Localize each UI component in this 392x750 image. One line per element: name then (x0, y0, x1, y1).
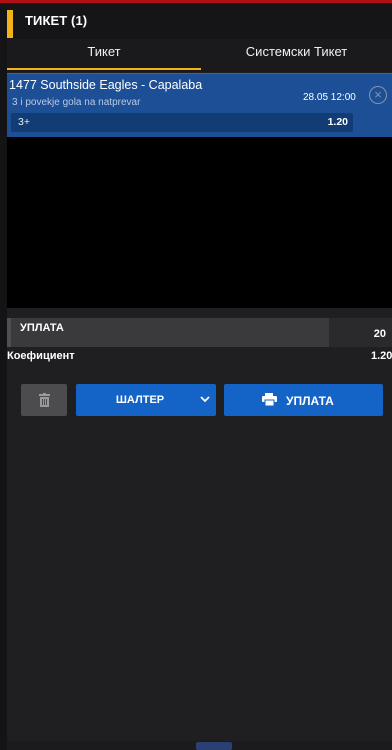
selection-odds: 1.20 (327, 116, 348, 128)
tab-system-ticket[interactable]: Системски Тикет (201, 39, 392, 72)
header-accent (7, 10, 13, 38)
ticket-header: ТИКЕТ (1) (7, 3, 392, 39)
stake-input[interactable]: 20 (329, 318, 392, 347)
selection-pick: 3+ (18, 116, 30, 128)
tab-ticket[interactable]: Тикет (7, 39, 201, 72)
pay-button[interactable]: УПЛАТА (224, 384, 383, 416)
coefficient-value: 1.20 (371, 350, 392, 362)
shalter-label: ШАЛТЕР (115, 394, 165, 406)
left-rail (0, 3, 7, 750)
bet-selection[interactable]: 1477 Southside Eagles - Capalaba 3 i pov… (7, 73, 392, 137)
close-circle-icon[interactable]: × (369, 86, 387, 104)
selection-pick-bar: 3+ 1.20 (11, 113, 353, 132)
selection-market: 3 i povekje gola na natprevar (12, 97, 141, 108)
coefficient-label: Коефициент (7, 350, 75, 362)
stake-value: 20 (373, 328, 386, 340)
trash-icon (39, 393, 50, 407)
ticket-title: ТИКЕТ (1) (25, 13, 88, 28)
ticket-tabs: Тикет Системски Тикет (7, 39, 392, 72)
shalter-dropdown-button[interactable]: ШАЛТЕР (76, 384, 216, 416)
selection-datetime: 28.05 12:00 (303, 92, 356, 103)
selection-match: 1477 Southside Eagles - Capalaba (9, 78, 203, 92)
bottom-badge (196, 742, 232, 750)
chevron-down-icon (200, 396, 210, 403)
ticket-panel: ТИКЕТ (1) Тикет Системски Тикет 1477 Sou… (0, 0, 392, 750)
selections-empty-area (7, 137, 392, 308)
stake-row: УПЛАТА 20 (7, 318, 392, 347)
stake-label-box: УПЛАТА (7, 318, 329, 347)
pay-label: УПЛАТА (286, 394, 334, 408)
printer-icon (262, 393, 277, 406)
delete-button[interactable] (21, 384, 67, 416)
stake-label: УПЛАТА (20, 322, 64, 334)
